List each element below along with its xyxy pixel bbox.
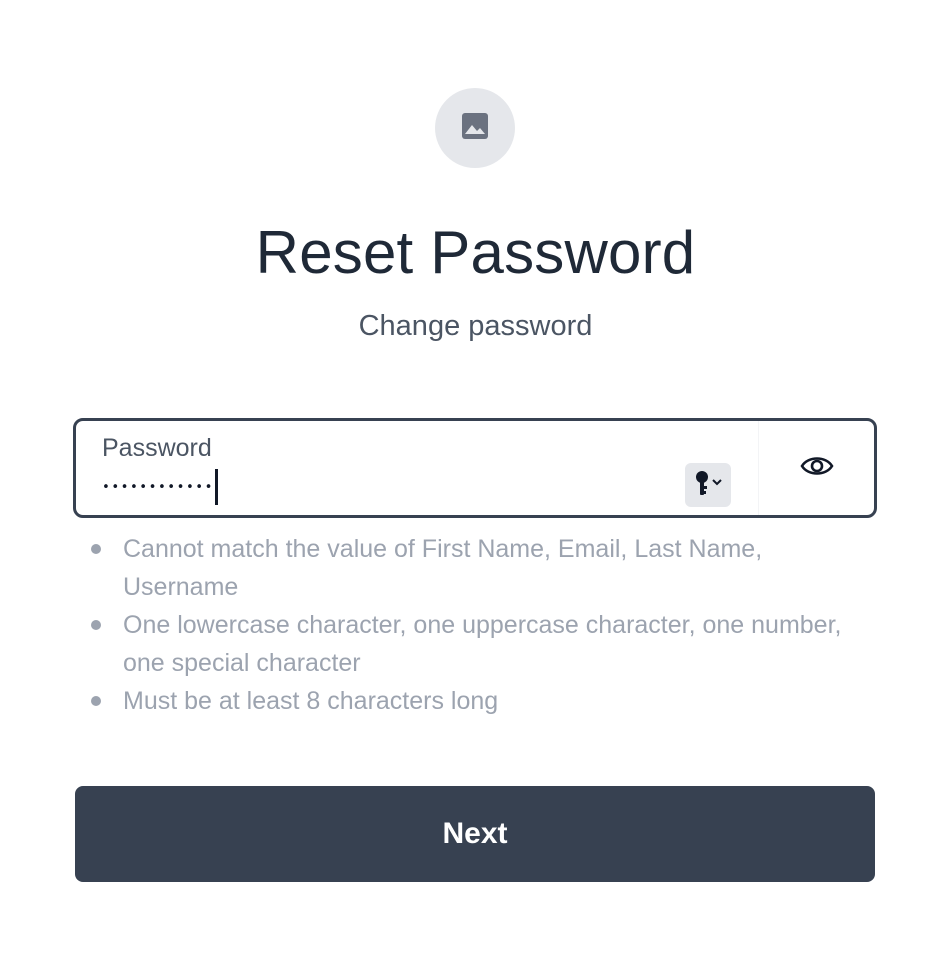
key-dropdown-icon (691, 468, 725, 503)
requirement-text: Must be at least 8 characters long (123, 687, 499, 715)
bullet (91, 696, 101, 706)
reset-password-page: Reset Password Change password Password … (0, 0, 951, 954)
password-masked-value: •••••••••••• (102, 479, 214, 495)
bullet (91, 544, 101, 554)
next-button[interactable]: Next (75, 786, 875, 882)
requirement-item: One lowercase character, one uppercase c… (75, 606, 875, 682)
bullet (91, 620, 101, 630)
password-field: Password •••••••••••• (73, 418, 877, 518)
password-label: Password (102, 434, 212, 462)
page-title: Reset Password (255, 219, 696, 286)
avatar (435, 88, 515, 168)
requirement-item: Must be at least 8 characters long (75, 682, 875, 720)
image-placeholder-icon (461, 112, 489, 145)
page-subtitle: Change password (358, 310, 593, 342)
requirement-text: Cannot match the value of First Name, Em… (123, 535, 763, 601)
requirement-item: Cannot match the value of First Name, Em… (75, 530, 875, 606)
show-password-button[interactable] (759, 421, 874, 515)
text-caret (214, 469, 218, 505)
eye-icon (799, 454, 834, 483)
requirement-text: One lowercase character, one uppercase c… (123, 611, 842, 677)
password-requirements: Cannot match the value of First Name, Em… (75, 530, 875, 720)
password-manager-button[interactable] (685, 463, 731, 507)
password-input[interactable]: •••••••••••• (102, 469, 662, 505)
